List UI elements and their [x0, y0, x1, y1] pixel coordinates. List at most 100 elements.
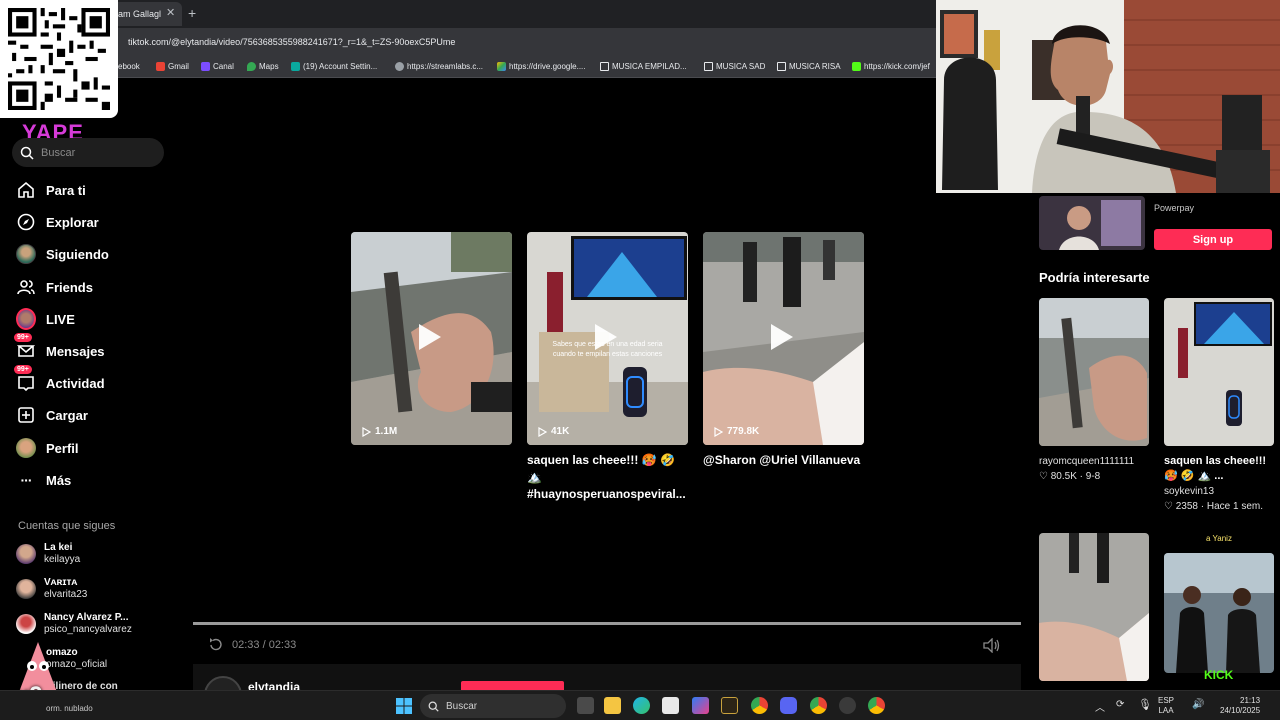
progress-bar[interactable]: [193, 622, 1021, 625]
nav-live[interactable]: LIVE: [16, 308, 75, 330]
avatar-icon: [16, 244, 36, 264]
avatar: [16, 614, 36, 634]
bookmark-item[interactable]: https://kick.com/jef: [852, 62, 930, 71]
nav-cargar[interactable]: Cargar: [16, 405, 88, 425]
suggested-video[interactable]: [1039, 298, 1149, 446]
suggested-caption[interactable]: saquen las cheee!!! 🥵 🤣 🏔️ ...: [1164, 455, 1266, 482]
video-caption[interactable]: saquen las cheee!!! 🥵 🤣 🏔️ #huaynosperua…: [527, 452, 689, 503]
bookmark-item[interactable]: Maps: [247, 62, 279, 71]
search-icon: [20, 146, 34, 160]
nav-label: Actividad: [46, 375, 105, 391]
video-thumbnail[interactable]: 1.1M: [351, 232, 512, 445]
qr-code-icon: [8, 8, 110, 110]
nav-explorar[interactable]: Explorar: [16, 212, 99, 232]
bookmark-item[interactable]: https://drive.google....: [497, 62, 586, 71]
microphone-icon[interactable]: 🎙: [1138, 698, 1152, 711]
search-input[interactable]: Buscar: [12, 138, 164, 167]
language-indicator[interactable]: ESP LAA: [1158, 696, 1174, 716]
ad-thumbnail-image: [1039, 196, 1145, 250]
activity-badge: 99+: [14, 365, 32, 374]
following-item[interactable]: Vᴀʀɪᴛᴀ elvarita23: [16, 577, 87, 601]
folder-icon: [600, 62, 609, 71]
new-tab-icon[interactable]: +: [188, 5, 196, 21]
suggested-meta: saquen las cheee!!! 🥵 🤣 🏔️ ... soykevin1…: [1164, 454, 1278, 514]
play-small-icon: [538, 426, 547, 437]
follow-button[interactable]: [461, 681, 564, 690]
network-icon[interactable]: ⟳: [1116, 699, 1124, 710]
compass-icon: [16, 212, 36, 232]
chrome-icon[interactable]: [868, 697, 885, 714]
volume-icon[interactable]: [983, 638, 1001, 653]
bookmark-label: https://streamlabs.c...: [407, 62, 484, 71]
clock-time: 21:13: [1240, 696, 1261, 705]
task-view-icon[interactable]: [577, 697, 594, 714]
taskbar-search-label: Buscar: [446, 700, 478, 712]
bookmark-folder[interactable]: MUSICA SAD: [704, 62, 765, 71]
qr-code-overlay: [0, 0, 118, 118]
bookmark-label: (19) Account Settin...: [303, 62, 378, 71]
video-thumbnail[interactable]: 779.8K: [703, 232, 864, 445]
bookmark-item[interactable]: Gmail: [156, 62, 189, 71]
stream-overlay-image: [1164, 553, 1274, 673]
suggested-video[interactable]: [1164, 298, 1274, 446]
windows-start-icon[interactable]: [396, 698, 412, 714]
suggested-video[interactable]: [1039, 533, 1149, 681]
search-placeholder: Buscar: [41, 146, 76, 159]
following-name: La kei: [44, 542, 73, 553]
edge-icon[interactable]: [633, 697, 650, 714]
views-count: 779.8K: [713, 426, 759, 437]
clock-date: 24/10/2025: [1220, 706, 1261, 715]
bookmark-item[interactable]: Canal: [201, 62, 234, 71]
bookmark-item[interactable]: https://streamlabs.c...: [395, 62, 483, 71]
nav-siguiendo[interactable]: Siguiendo: [16, 244, 109, 264]
player-info-bar: [193, 664, 1021, 690]
bookmark-item[interactable]: ebook: [118, 62, 140, 71]
ad-thumbnail[interactable]: [1039, 196, 1145, 250]
friends-icon: [16, 277, 36, 297]
following-header: Cuentas que sigues: [18, 520, 116, 532]
nav-para-ti[interactable]: Para ti: [16, 180, 86, 200]
signup-button[interactable]: Sign up: [1154, 229, 1272, 250]
weather-label[interactable]: orm. nublado: [46, 704, 93, 713]
file-explorer-icon[interactable]: [604, 697, 621, 714]
video-thumbnail[interactable]: Sabes que estas en una edad seria cuando…: [527, 232, 688, 445]
clock[interactable]: 21:13 24/10/2025: [1220, 696, 1260, 716]
stream-overlay-video[interactable]: [1164, 553, 1274, 673]
chrome-icon[interactable]: [810, 697, 827, 714]
suggested-user[interactable]: soykevin13: [1164, 484, 1278, 499]
nav-label: LIVE: [46, 311, 75, 327]
chrome-icon[interactable]: [751, 697, 768, 714]
nav-label: Más: [46, 472, 72, 488]
speaker-icon[interactable]: 🔊: [1192, 699, 1204, 710]
following-item[interactable]: La kei keilayya: [16, 542, 80, 566]
nav-label: Para ti: [46, 182, 86, 198]
channel-icon: [201, 62, 210, 71]
obs-icon[interactable]: [839, 697, 856, 714]
account-icon: [291, 62, 300, 71]
video-caption[interactable]: @Sharon @Uriel Villanueva: [703, 452, 865, 469]
snipping-tool-icon[interactable]: [662, 697, 679, 714]
game-icon[interactable]: [721, 697, 738, 714]
bookmark-folder[interactable]: MUSICA EMPILAD...: [600, 62, 687, 71]
nav-label: Perfil: [46, 440, 79, 456]
nav-friends[interactable]: Friends: [16, 277, 93, 297]
webcam-overlay: [936, 0, 1280, 193]
search-icon: [428, 701, 439, 712]
suggested-user[interactable]: rayomcqueen1111111: [1039, 454, 1134, 469]
url-text[interactable]: tiktok.com/@elytandia/video/756368535598…: [128, 37, 455, 47]
discord-icon[interactable]: [780, 697, 797, 714]
following-item[interactable]: Nancy Alvarez P... psico_nancyalvarez: [16, 612, 132, 636]
bookmark-label: Canal: [213, 62, 234, 71]
bookmark-item[interactable]: (19) Account Settin...: [291, 62, 377, 71]
copilot-icon[interactable]: [692, 697, 709, 714]
messages-badge: 99+: [14, 333, 32, 342]
chevron-up-icon[interactable]: ︿: [1095, 699, 1105, 714]
nav-actividad[interactable]: 99+ Actividad: [14, 365, 105, 393]
nav-perfil[interactable]: Perfil: [16, 438, 79, 458]
nav-mensajes[interactable]: 99+ Mensajes: [14, 333, 105, 361]
nav-mas[interactable]: ··· Más: [16, 470, 72, 490]
bookmark-folder[interactable]: MUSICA RISA: [777, 62, 841, 71]
close-tab-icon[interactable]: ✕: [166, 6, 175, 19]
replay-icon[interactable]: [208, 637, 223, 652]
taskbar-search[interactable]: Buscar: [420, 694, 566, 718]
